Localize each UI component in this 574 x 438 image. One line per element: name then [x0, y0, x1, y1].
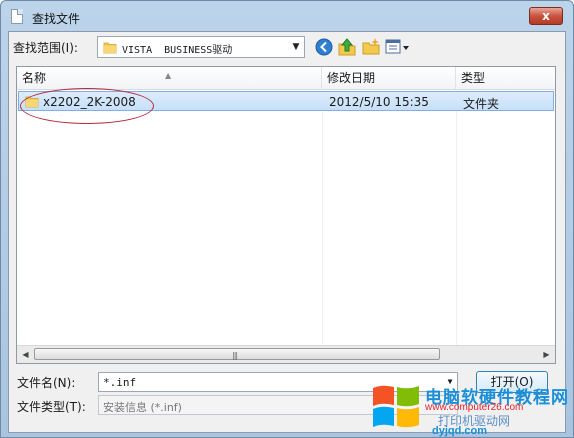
file-list-view[interactable]: 名称 ▲ 修改日期 类型 x2202_2K-2008 2012/5/10 15:…	[16, 66, 556, 364]
file-type-label: 文件类型(T):	[17, 400, 86, 414]
sort-up-icon: ▲	[165, 71, 172, 80]
folder-icon	[103, 41, 117, 57]
open-button[interactable]: 打开(O)	[476, 371, 548, 393]
column-header-type[interactable]: 类型	[456, 67, 555, 89]
item-modified: 2012/5/10 15:35	[329, 95, 429, 109]
title-bar: 查找文件 x	[1, 1, 573, 33]
grip-icon: |||	[232, 351, 238, 360]
look-in-value: VISTA BUSINESS驱动	[122, 45, 233, 56]
up-folder-icon[interactable]	[337, 37, 357, 57]
views-menu-icon[interactable]	[384, 37, 412, 57]
new-folder-icon[interactable]	[361, 37, 381, 57]
scroll-left-icon[interactable]: ◀	[17, 346, 34, 363]
scroll-right-icon[interactable]: ▶	[538, 346, 555, 363]
file-name-value: *.inf	[103, 376, 137, 389]
column-header-name[interactable]: 名称 ▲	[17, 67, 322, 89]
back-icon[interactable]	[314, 37, 334, 57]
file-type-select[interactable]: 安装信息 (*.inf)	[98, 395, 458, 415]
column-divider	[456, 89, 457, 347]
file-name-label: 文件名(N):	[17, 376, 76, 390]
list-item[interactable]: x2202_2K-2008 2012/5/10 15:35 文件夹	[18, 91, 554, 111]
item-type: 文件夹	[463, 97, 500, 111]
file-name-input[interactable]: *.inf ▼	[98, 372, 458, 392]
list-header: 名称 ▲ 修改日期 类型	[17, 67, 555, 90]
look-in-dropdown[interactable]: VISTA BUSINESS驱动 ▼	[97, 36, 305, 58]
chevron-down-icon[interactable]: ▼	[443, 373, 457, 391]
document-icon	[11, 9, 23, 24]
close-button[interactable]: x	[529, 7, 563, 25]
column-header-date[interactable]: 修改日期	[322, 67, 456, 89]
look-in-label: 查找范围(I):	[13, 41, 78, 55]
horizontal-scrollbar[interactable]: ◀ ||| ▶	[17, 345, 555, 363]
file-type-value: 安装信息 (*.inf)	[103, 401, 182, 414]
scrollbar-thumb[interactable]: |||	[34, 348, 440, 360]
dialog-title: 查找文件	[32, 12, 81, 26]
folder-icon	[25, 95, 39, 111]
item-name: x2202_2K-2008	[43, 95, 136, 109]
chevron-down-icon[interactable]: ▼	[288, 37, 304, 57]
column-divider	[322, 89, 323, 347]
